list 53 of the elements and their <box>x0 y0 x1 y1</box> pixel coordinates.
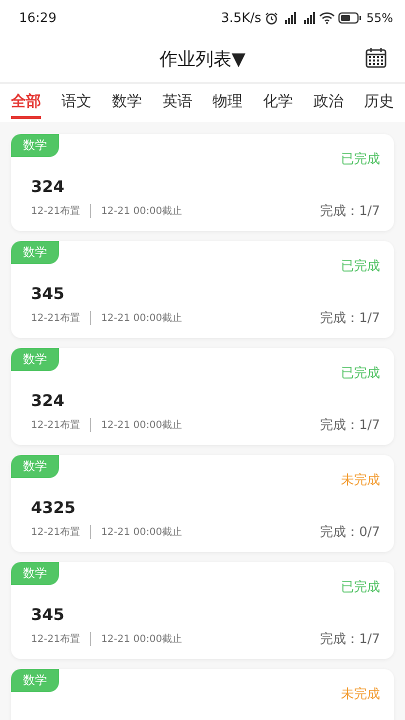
status-label: 已完成 <box>341 579 380 596</box>
subject-tag: 数学 <box>11 562 59 585</box>
subject-tag: 数学 <box>11 348 59 371</box>
subject-tag: 数学 <box>11 134 59 157</box>
assigned-date: 12-21布置 <box>31 632 80 646</box>
battery-icon <box>338 12 362 24</box>
subject-tab[interactable]: 数学 <box>112 88 142 118</box>
assigned-date: 12-21布置 <box>31 312 80 325</box>
assignment-title: 345 <box>31 284 64 303</box>
network-speed: 3.5K/s <box>220 10 262 26</box>
completion-count: 完成：1/7 <box>320 631 380 648</box>
battery-percent: 55% <box>366 11 393 25</box>
completion-count: 完成：1/7 <box>320 310 380 327</box>
completion-count: 完成：1/7 <box>320 417 380 434</box>
assignment-title: 324 <box>31 177 64 196</box>
deadline-date: 12-21 00:00截止 <box>101 204 182 218</box>
alarm-icon <box>265 12 278 24</box>
completion-count: 完成：0/7 <box>320 524 380 541</box>
completion-count: 完成：1/7 <box>320 203 380 220</box>
subject-tag: 数学 <box>11 455 59 478</box>
assignment-card[interactable]: 数学 已完成 324 12-21布置 12-21 00:00截止 完成：1/7 <box>11 348 394 445</box>
wifi-icon <box>319 12 336 24</box>
assigned-date: 12-21布置 <box>31 418 80 432</box>
subject-tab[interactable]: 政治 <box>314 88 344 118</box>
status-label: 未完成 <box>341 472 380 489</box>
status-label: 已完成 <box>341 151 380 168</box>
assignment-card[interactable]: 数学 已完成 345 12-21布置 12-21 00:00截止 完成：1/7 <box>11 241 394 338</box>
subject-tab[interactable]: 全部 <box>11 88 41 118</box>
assignment-card[interactable]: 数学 已完成 345 12-21布置 12-21 00:00截止 完成：1/7 <box>11 562 394 659</box>
deadline-date: 12-21 00:00截止 <box>101 526 182 539</box>
deadline-date: 12-21 00:00截止 <box>101 418 182 432</box>
subject-tab[interactable]: 英语 <box>162 88 192 118</box>
assigned-date: 12-21布置 <box>31 204 80 218</box>
status-label: 已完成 <box>341 258 380 275</box>
assigned-date: 12-21布置 <box>31 526 80 539</box>
assignment-title: 324 <box>31 391 64 410</box>
subject-tag: 数学 <box>11 241 59 264</box>
calendar-icon[interactable] <box>365 47 387 69</box>
assignment-title: 345 <box>31 605 64 624</box>
subject-tab[interactable]: 化学 <box>263 88 294 118</box>
subject-tab[interactable]: 物理 <box>212 88 243 118</box>
assignment-card[interactable]: 数学 已完成 324 12-21布置 12-21 00:00截止 完成：1/7 <box>11 134 394 231</box>
subject-tab[interactable]: 历史 <box>364 88 394 118</box>
clock-time: 16:29 <box>19 10 56 26</box>
deadline-date: 12-21 00:00截止 <box>101 632 182 646</box>
status-label: 已完成 <box>341 365 380 382</box>
assignment-card[interactable]: 数学 未完成 4325 12-21布置 12-21 00:00截止 完成：0/7 <box>11 455 394 552</box>
subject-tab[interactable]: 语文 <box>61 88 92 118</box>
title-dropdown[interactable]: 作业列表▼ <box>160 47 246 71</box>
assignment-title: 4325 <box>31 498 76 517</box>
status-label: 未完成 <box>341 686 380 703</box>
deadline-date: 12-21 00:00截止 <box>101 312 182 325</box>
subject-tag: 数学 <box>11 669 59 692</box>
